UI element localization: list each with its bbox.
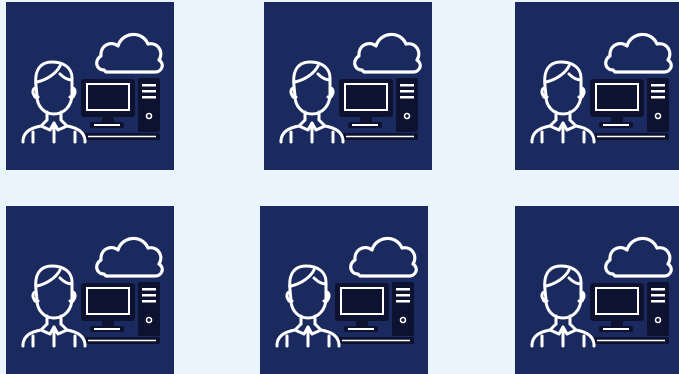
- tile[interactable]: [264, 2, 432, 170]
- tile[interactable]: [6, 2, 174, 170]
- tile[interactable]: [6, 206, 174, 374]
- tile[interactable]: [260, 206, 428, 374]
- tile[interactable]: [515, 2, 679, 170]
- tile[interactable]: [515, 206, 679, 374]
- icon-grid: [0, 0, 679, 374]
